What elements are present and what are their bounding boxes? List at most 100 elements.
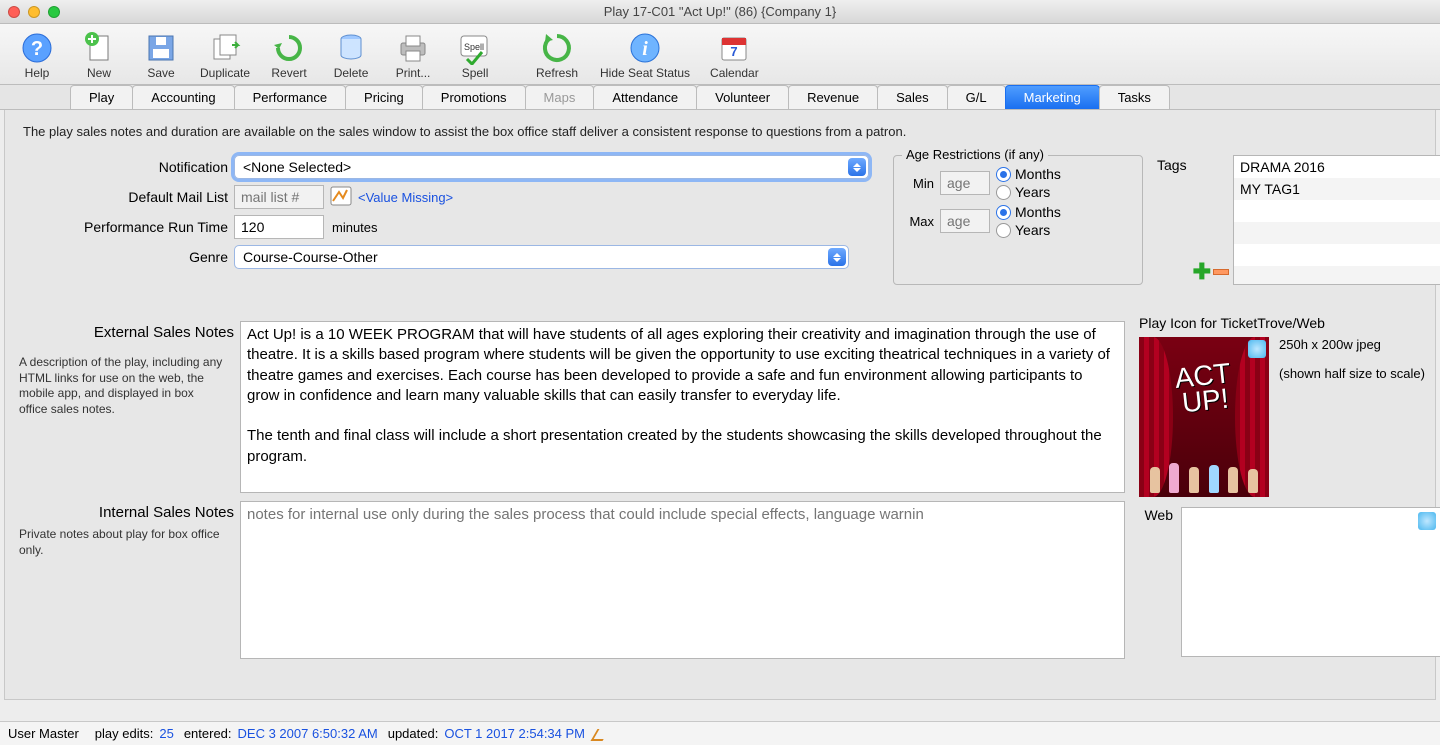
- web-label: Web: [1139, 507, 1173, 523]
- help-icon: ?: [19, 30, 55, 66]
- refresh-icon: [539, 30, 575, 66]
- tab-marketing[interactable]: Marketing: [1005, 85, 1100, 109]
- save-button[interactable]: Save: [132, 28, 190, 82]
- tab-revenue[interactable]: Revenue: [788, 85, 878, 109]
- trash-icon: [333, 30, 369, 66]
- status-updated-value: OCT 1 2017 2:54:34 PM: [444, 726, 585, 741]
- database-icon: [1248, 340, 1266, 358]
- status-bar: User Master play edits: 25 entered: DEC …: [0, 721, 1440, 745]
- tab-tasks[interactable]: Tasks: [1099, 85, 1170, 109]
- play-icon-header: Play Icon for TicketTrove/Web: [1139, 315, 1440, 331]
- runtime-unit: minutes: [332, 220, 378, 235]
- calendar-icon: 7: [716, 30, 752, 66]
- duplicate-button[interactable]: Duplicate: [194, 28, 256, 82]
- toolbar: ? Help New Save Duplicate Revert Delete: [0, 24, 1440, 85]
- status-updated-label: updated:: [388, 726, 439, 741]
- web-image-slot[interactable]: [1181, 507, 1440, 657]
- printer-icon: [395, 30, 431, 66]
- dropdown-icon: [848, 158, 866, 176]
- calendar-button[interactable]: 7 Calendar: [704, 28, 765, 82]
- titlebar: Play 17-C01 "Act Up!" (86) {Company 1}: [0, 0, 1440, 24]
- runtime-input[interactable]: [234, 215, 324, 239]
- duplicate-icon: [207, 30, 243, 66]
- tab-pricing[interactable]: Pricing: [345, 85, 423, 109]
- tags-label: Tags: [1157, 155, 1187, 173]
- internal-notes-textarea[interactable]: [240, 501, 1125, 659]
- tab-performance[interactable]: Performance: [234, 85, 346, 109]
- list-item[interactable]: MY TAG1: [1234, 178, 1440, 200]
- window-title: Play 17-C01 "Act Up!" (86) {Company 1}: [0, 4, 1440, 19]
- tab-play[interactable]: Play: [70, 85, 133, 109]
- tab-attendance[interactable]: Attendance: [593, 85, 697, 109]
- external-notes-textarea[interactable]: Act Up! is a 10 WEEK PROGRAM that will h…: [240, 321, 1125, 493]
- tab-bar: Play Accounting Performance Pricing Prom…: [0, 85, 1440, 110]
- runtime-label: Performance Run Time: [19, 219, 234, 235]
- list-item: [1234, 222, 1440, 244]
- max-age-input[interactable]: [940, 209, 990, 233]
- list-item: [1234, 200, 1440, 222]
- notification-select[interactable]: <None Selected>: [234, 155, 869, 179]
- genre-select[interactable]: Course-Course-Other: [234, 245, 849, 269]
- svg-text:7: 7: [731, 44, 738, 59]
- value-missing-text: <Value Missing>: [358, 190, 453, 205]
- help-button[interactable]: ? Help: [8, 28, 66, 82]
- status-user: User Master: [8, 726, 79, 741]
- print-button[interactable]: Print...: [384, 28, 442, 82]
- add-tag-button[interactable]: ✚: [1193, 259, 1211, 285]
- delete-button[interactable]: Delete: [322, 28, 380, 82]
- status-entered-value: DEC 3 2007 6:50:32 AM: [238, 726, 378, 741]
- icon-shown-note: (shown half size to scale): [1279, 366, 1425, 381]
- tab-gl[interactable]: G/L: [947, 85, 1006, 109]
- hint-text: The play sales notes and duration are av…: [19, 120, 1421, 155]
- list-item: [1234, 266, 1440, 285]
- lookup-icon[interactable]: [330, 186, 352, 209]
- revert-button[interactable]: Revert: [260, 28, 318, 82]
- remove-tag-button[interactable]: [1213, 269, 1229, 275]
- floppy-icon: [143, 30, 179, 66]
- max-months-radio[interactable]: [996, 205, 1011, 220]
- icon-dims: 250h x 200w jpeg: [1279, 337, 1425, 352]
- spell-button[interactable]: Spell Spell: [446, 28, 504, 82]
- spell-icon: Spell: [457, 30, 493, 66]
- hide-seat-status-button[interactable]: i Hide Seat Status: [590, 28, 700, 82]
- revert-icon: [271, 30, 307, 66]
- info-icon: i: [627, 30, 663, 66]
- list-item[interactable]: DRAMA 2016: [1234, 156, 1440, 178]
- dropdown-icon: [828, 248, 846, 266]
- min-age-input[interactable]: [940, 171, 990, 195]
- external-notes-sub: A description of the play, including any…: [19, 355, 234, 417]
- status-edits-label: play edits:: [95, 726, 154, 741]
- internal-notes-sub: Private notes about play for box office …: [19, 527, 234, 558]
- signature-icon: [591, 727, 609, 741]
- tab-promotions[interactable]: Promotions: [422, 85, 526, 109]
- list-item: [1234, 244, 1440, 266]
- database-icon: [1418, 512, 1436, 530]
- min-age-label: Min: [904, 176, 934, 191]
- max-years-radio[interactable]: [996, 223, 1011, 238]
- default-mail-input[interactable]: [234, 185, 324, 209]
- notification-label: Notification: [19, 159, 234, 175]
- content-pane: The play sales notes and duration are av…: [4, 110, 1436, 700]
- min-months-radio[interactable]: [996, 167, 1011, 182]
- new-page-icon: [81, 30, 117, 66]
- svg-text:i: i: [642, 38, 648, 60]
- default-mail-label: Default Mail List: [19, 189, 234, 205]
- internal-notes-label: Internal Sales Notes: [19, 501, 234, 521]
- tags-list[interactable]: DRAMA 2016 MY TAG1: [1233, 155, 1440, 285]
- refresh-button[interactable]: Refresh: [528, 28, 586, 82]
- tab-sales[interactable]: Sales: [877, 85, 948, 109]
- external-notes-label: External Sales Notes: [19, 321, 234, 341]
- new-button[interactable]: New: [70, 28, 128, 82]
- max-age-label: Max: [904, 214, 934, 229]
- tab-accounting[interactable]: Accounting: [132, 85, 234, 109]
- min-years-radio[interactable]: [996, 185, 1011, 200]
- svg-text:?: ?: [31, 38, 43, 60]
- svg-text:Spell: Spell: [464, 42, 484, 52]
- age-restrictions-group: Age Restrictions (if any) Min Months Yea…: [893, 155, 1143, 285]
- tab-maps[interactable]: Maps: [525, 85, 595, 109]
- tab-volunteer[interactable]: Volunteer: [696, 85, 789, 109]
- play-icon-image[interactable]: ACTUP!: [1139, 337, 1269, 497]
- status-entered-label: entered:: [184, 726, 232, 741]
- genre-label: Genre: [19, 249, 234, 265]
- age-legend: Age Restrictions (if any): [902, 147, 1048, 162]
